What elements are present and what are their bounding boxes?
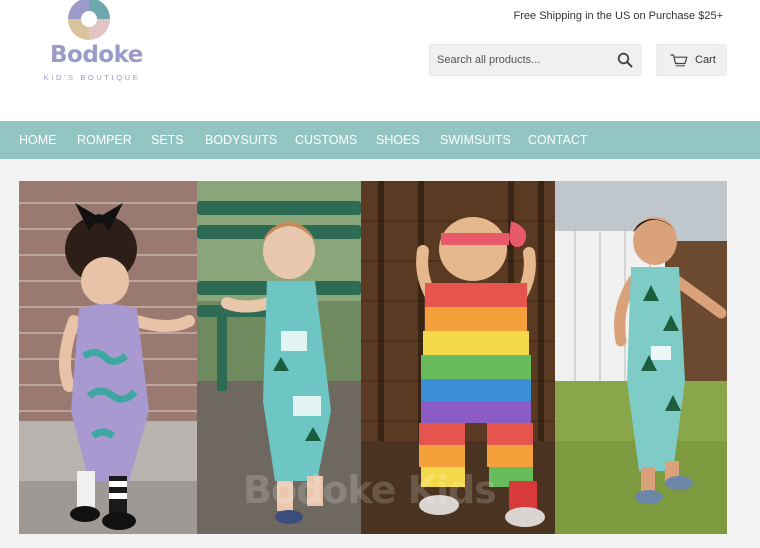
- main-nav: HOME ROMPER SETS BODYSUITS CUSTOMS SHOES…: [0, 121, 760, 159]
- nav-item-romper[interactable]: ROMPER: [77, 133, 132, 147]
- nav-item-shoes[interactable]: SHOES: [376, 133, 420, 147]
- main-content: Bodoke Kids: [0, 159, 760, 548]
- hero-watermark: Bodoke Kids: [243, 468, 497, 512]
- nav-item-customs[interactable]: CUSTOMS: [295, 133, 357, 147]
- nav-item-swimsuits[interactable]: SWIMSUITS: [440, 133, 511, 147]
- search-input[interactable]: [430, 45, 610, 75]
- nav-item-sets[interactable]: SETS: [151, 133, 184, 147]
- logo-name: Bodoke: [50, 42, 143, 68]
- cart-button[interactable]: Cart: [656, 44, 727, 76]
- hero-photo-4: [555, 181, 727, 534]
- hero-banner[interactable]: Bodoke Kids: [19, 181, 727, 534]
- logo-tagline: KID'S BOUTIQUE: [43, 73, 141, 82]
- search-icon[interactable]: [617, 52, 633, 68]
- logo[interactable]: Bodoke KID'S BOUTIQUE: [36, 0, 148, 88]
- nav-item-contact[interactable]: CONTACT: [528, 133, 588, 147]
- search-form: [429, 44, 642, 76]
- cart-icon: [670, 54, 688, 67]
- logo-mark-icon: [68, 0, 110, 40]
- promo-banner-text: Free Shipping in the US on Purchase $25+: [513, 10, 723, 22]
- nav-item-bodysuits[interactable]: BODYSUITS: [205, 133, 277, 147]
- site-header: Bodoke KID'S BOUTIQUE Free Shipping in t…: [0, 0, 760, 121]
- hero-photo-1: [19, 181, 197, 534]
- nav-item-home[interactable]: HOME: [19, 133, 57, 147]
- cart-label: Cart: [695, 54, 716, 66]
